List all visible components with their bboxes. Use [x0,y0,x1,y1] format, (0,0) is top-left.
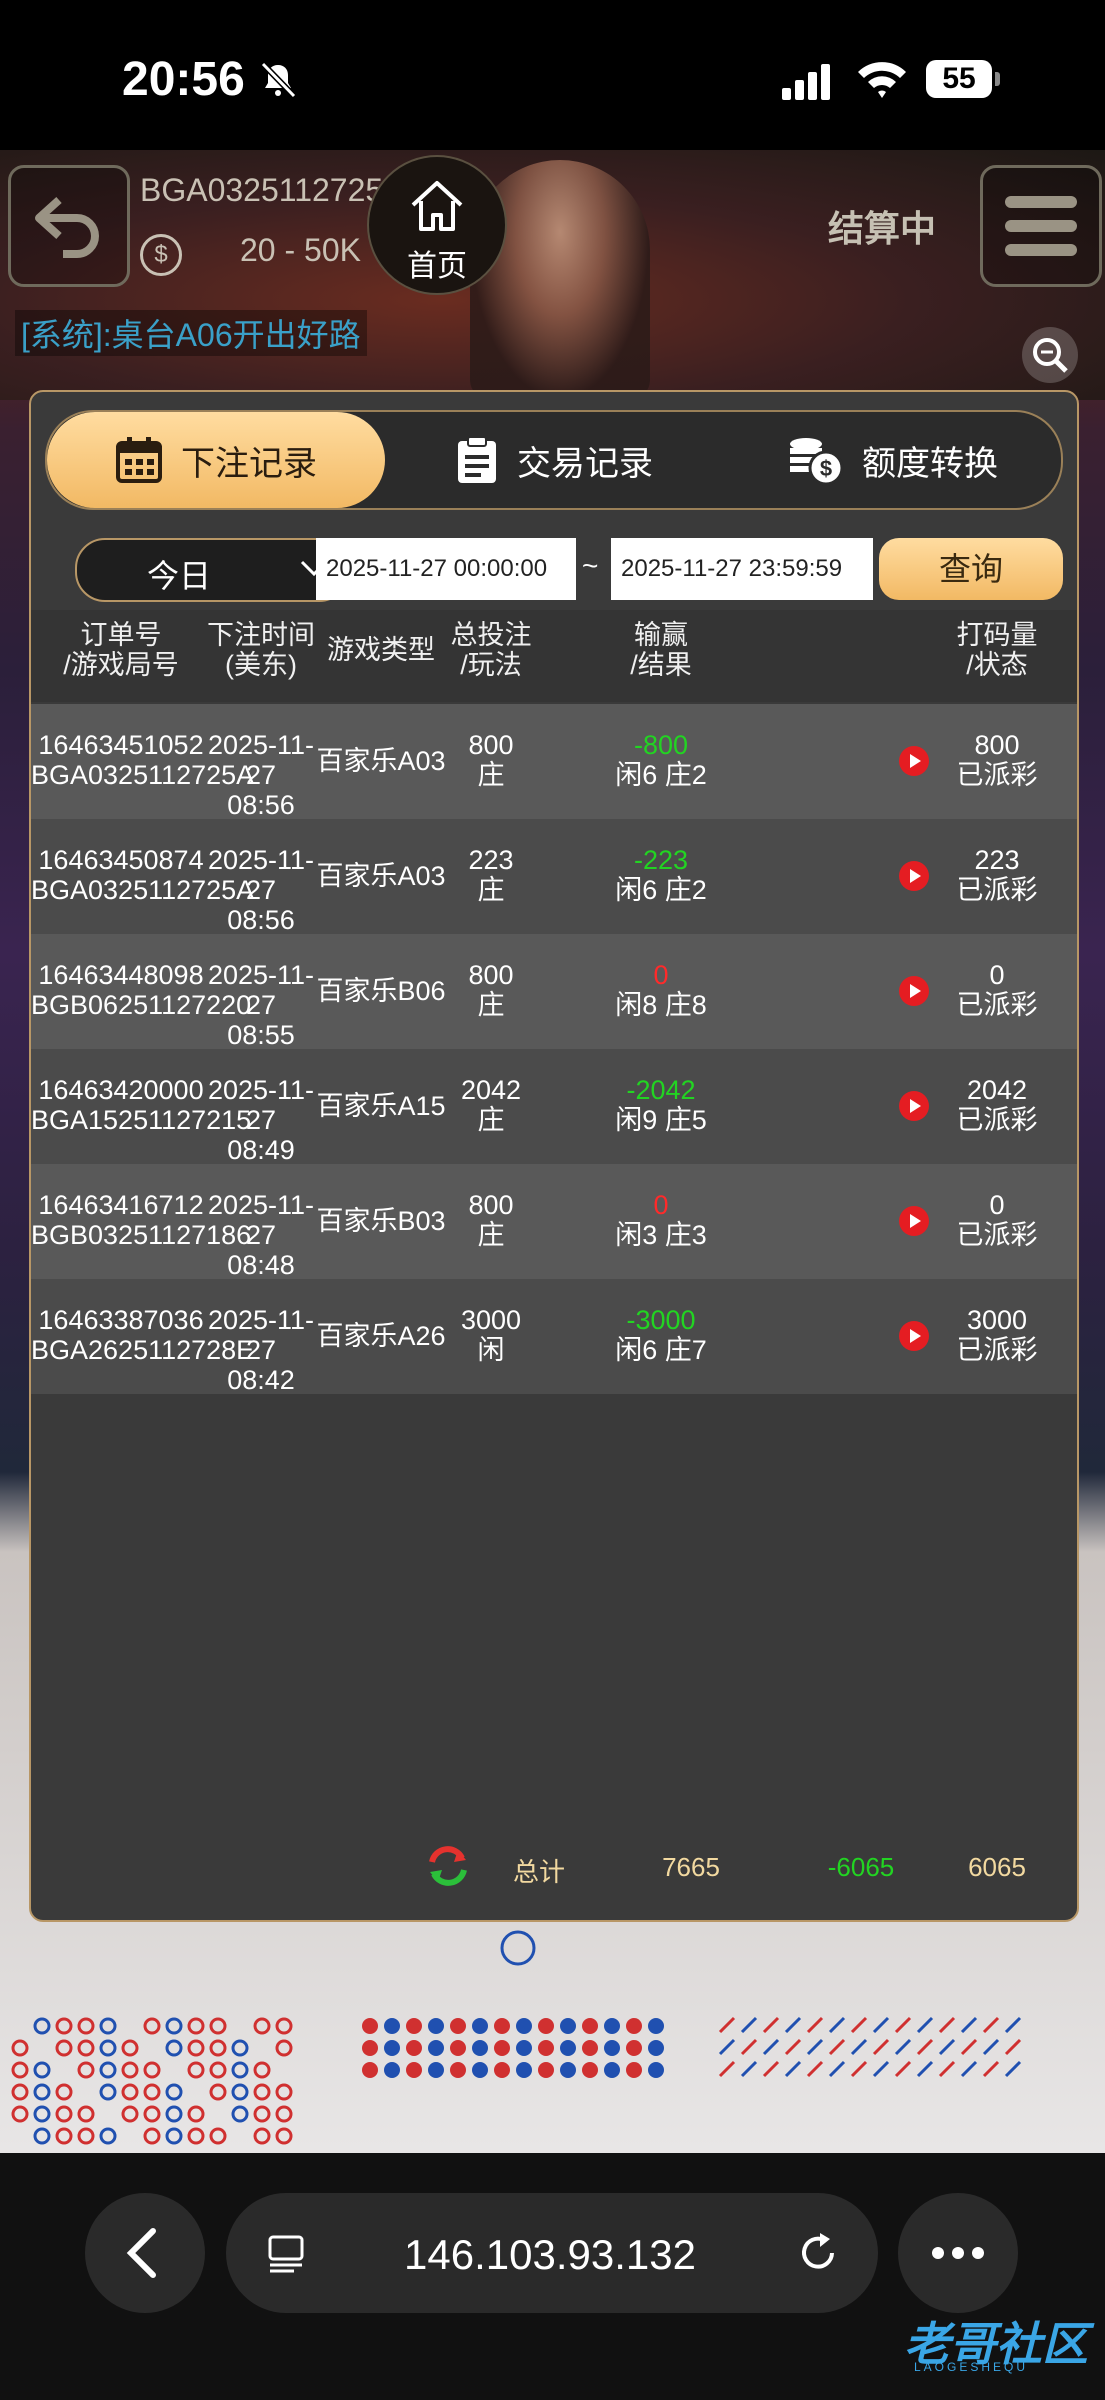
period-select-value: 今日 [147,558,212,594]
table-row[interactable]: 16463387036 BGA2625112728E 2025-11-27 08:42… [31,1279,1077,1395]
turnover-cell: 800 已派彩 [956,730,1038,790]
home-label: 首页 [407,250,467,283]
total-bet-cell: 800 庄 [468,960,514,1020]
replay-play-icon[interactable] [899,976,929,1006]
replay-play-icon[interactable] [899,746,929,776]
system-message: [系统]:桌台A06开出好路 [15,310,367,356]
table-row[interactable]: 16463448098 BGB06251127220 2025-11-27 08:55… [31,934,1077,1050]
wifi-icon [858,62,906,98]
clock: 20:56 [122,53,245,106]
more-icon [932,2247,984,2259]
table-row[interactable]: 16463420000 BGA15251127215 2025-11-27 08:49… [31,1049,1077,1165]
tab-bet-records[interactable]: 下注记录 [47,412,385,508]
filter-row: 今日 2025-11-27 00:00:00 ~ 2025-11-27 23:5… [31,538,1077,602]
tab-transaction-records-label: 交易记录 [517,444,653,483]
end-date-input[interactable]: 2025-11-27 23:59:59 [611,538,873,600]
table-limit: 20 - 50K [240,232,361,268]
battery-level: 55 [926,60,992,98]
calendar-icon [116,437,162,483]
total-bet-cell: 800 庄 [468,730,514,790]
tab-credit-transfer[interactable]: $ 额度转换 [723,412,1061,508]
order-cell: 16463387036 BGA2625112728E [31,1305,255,1365]
status-bar: 20:56 55 [0,0,1105,150]
table-row[interactable]: 16463450874 BGA0325112725A 2025-11-27 08:56… [31,819,1077,935]
menu-button[interactable] [980,165,1102,287]
header-order: 订单号/游戏局号 [63,620,179,680]
replay-play-icon[interactable] [899,1091,929,1121]
period-select[interactable]: 今日 [75,538,349,602]
battery-icon: 55 [926,60,1002,98]
table-row[interactable]: 16463451052 BGA0325112725A 2025-11-27 08:56… [31,704,1077,820]
header-total-bet: 总投注/玩法 [450,620,532,680]
win-loss-cell: -223 闲6 庄2 [615,845,707,905]
turnover-cell: 0 已派彩 [956,1190,1038,1250]
back-arrow-icon [35,197,99,258]
address-bar[interactable]: 146.103.93.132 [226,2193,878,2313]
date-separator: ~ [582,550,599,581]
replay-play-icon[interactable] [899,1321,929,1351]
url-text: 146.103.93.132 [404,2231,696,2278]
watermark-subtext: LAOGESHEQU [914,2360,1029,2374]
refresh-icon[interactable] [426,1844,470,1888]
order-cell: 16463450874 BGA0325112725A [31,845,255,905]
replay-play-icon[interactable] [899,861,929,891]
win-loss-cell: 0 闲3 庄3 [615,1190,707,1250]
home-button[interactable]: 首页 [367,155,507,295]
total-bet-cell: 800 庄 [468,1190,514,1250]
start-date-input[interactable]: 2025-11-27 00:00:00 [316,538,576,600]
clipboard-icon [458,436,496,483]
tab-credit-transfer-label: 额度转换 [862,444,998,483]
game-status: 结算中 [828,208,937,249]
totals-label: 总计 [512,1857,565,1887]
tab-transaction-records[interactable]: 交易记录 [385,412,723,508]
menu-icon [1005,196,1077,208]
win-loss-cell: -3000 闲6 庄7 [615,1305,707,1365]
road-map [11,1930,1022,2145]
win-loss-cell: -2042 闲9 庄5 [615,1075,707,1135]
header-win-loss: 输赢/结果 [630,620,692,680]
coins-icon: $ [790,438,844,486]
home-icon [411,181,463,231]
tab-bar: 下注记录 交易记录 $ 额度转换 [45,410,1063,510]
totals-row: 总计 7665 -6065 6065 [31,1842,1077,1892]
win-loss-cell: 0 闲8 庄8 [615,960,707,1020]
win-loss-cell: -800 闲6 庄2 [615,730,707,790]
turnover-cell: 0 已派彩 [956,960,1038,1020]
order-cell: 16463416712 BGB03251127186 [31,1190,252,1250]
back-button[interactable] [8,165,130,287]
table-id: BGA0325112725A [140,172,405,208]
turnover-cell: 3000 已派彩 [956,1305,1038,1365]
totals-turnover: 6065 [968,1852,1026,1882]
cellular-signal-icon [782,64,830,100]
turnover-cell: 223 已派彩 [956,845,1038,905]
watermark-logo: 老哥社区 LAOGESHEQU [862,2300,1092,2380]
svg-text:$: $ [820,456,832,481]
tabs-icon [268,2235,304,2273]
reload-icon[interactable] [794,2229,842,2277]
total-bet-cell: 223 庄 [468,845,514,905]
table-row[interactable]: 16463416712 BGB03251127186 2025-11-27 08:48… [31,1164,1077,1280]
total-bet-cell: 2042 庄 [460,1075,522,1135]
replay-play-icon[interactable] [899,1206,929,1236]
totals-winloss: -6065 [827,1852,895,1882]
turnover-cell: 2042 已派彩 [956,1075,1038,1135]
zoom-icon[interactable] [1020,325,1080,385]
coin-icon: $ [140,234,182,276]
more-options-button[interactable] [898,2193,1018,2313]
totals-bet: 7665 [662,1852,720,1882]
order-cell: 16463420000 BGA15251127215 [31,1075,252,1135]
header-turnover: 打码量/状态 [956,620,1038,680]
order-cell: 16463451052 BGA0325112725A [31,730,255,790]
bet-records-modal: 下注记录 交易记录 $ 额度转换 今日 2025-11-27 00:00:00 … [29,390,1079,1922]
table-header: 订单号/游戏局号 下注时间 (美东) 游戏类型 总投注/玩法 输赢/结果 打码量 /… [31,610,1077,702]
total-bet-cell: 3000 闲 [460,1305,522,1365]
chevron-left-icon [126,2228,156,2278]
order-cell: 16463448098 BGB06251127220 [31,960,252,1020]
bell-muted-icon [260,61,297,99]
query-button[interactable]: 查询 [879,538,1063,600]
browser-back-button[interactable] [85,2193,205,2313]
tab-bet-records-label: 下注记录 [181,444,317,483]
